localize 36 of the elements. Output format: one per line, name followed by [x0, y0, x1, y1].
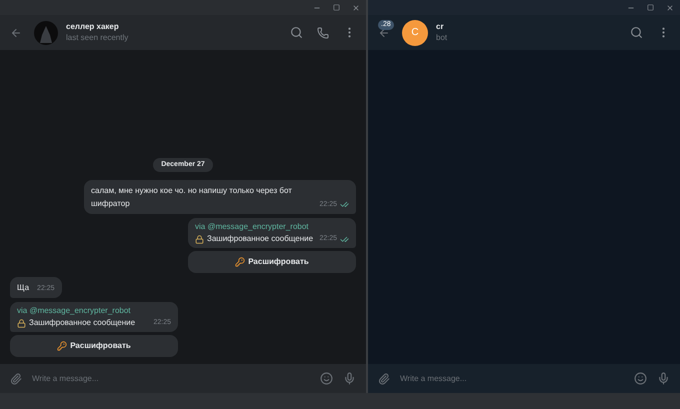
- search-icon[interactable]: [630, 26, 643, 39]
- message-input[interactable]: Write a message...: [400, 372, 624, 384]
- close-icon[interactable]: [352, 4, 360, 12]
- via-bot-link[interactable]: via @message_encrypter_robot: [17, 305, 171, 317]
- message-composer[interactable]: Write a message...: [368, 364, 680, 393]
- decrypt-button[interactable]: Расшифровать: [188, 251, 356, 273]
- chat-status: bot: [436, 32, 448, 44]
- via-bot-link[interactable]: via @message_encrypter_robot: [195, 221, 349, 233]
- microphone-icon[interactable]: [343, 372, 356, 385]
- key-icon: [235, 257, 246, 267]
- chat-name: cr: [436, 21, 445, 32]
- chat-status: last seen recently: [66, 32, 128, 44]
- emoji-icon[interactable]: [320, 372, 333, 385]
- message-text: Ща: [17, 282, 30, 294]
- maximize-icon[interactable]: [333, 4, 340, 11]
- phone-icon[interactable]: [317, 26, 329, 38]
- maximize-icon[interactable]: [647, 4, 654, 11]
- message-text: Зашифрованное сообщение: [207, 233, 314, 245]
- message-input[interactable]: Write a message...: [32, 372, 310, 384]
- search-icon[interactable]: [290, 26, 303, 39]
- key-icon: [57, 341, 68, 351]
- lock-icon: [195, 234, 204, 244]
- decrypt-button[interactable]: Расшифровать: [10, 335, 178, 357]
- message-text: салам, мне нужно кое чо. но напишу только через бот шифратор: [91, 185, 293, 210]
- microphone-icon[interactable]: [657, 372, 670, 385]
- avatar: C: [402, 20, 428, 46]
- attach-icon[interactable]: [378, 372, 390, 384]
- close-icon[interactable]: [666, 4, 674, 12]
- back-icon[interactable]: [10, 26, 22, 38]
- lock-icon: [17, 318, 26, 328]
- message-text: Зашифрованное сообщение: [29, 317, 136, 329]
- message-composer[interactable]: Write a message...: [0, 364, 366, 393]
- avatar-icon: [34, 20, 58, 44]
- chat-name: селлер хакер: [66, 21, 120, 32]
- attach-icon[interactable]: [10, 372, 22, 384]
- emoji-icon[interactable]: [634, 372, 647, 385]
